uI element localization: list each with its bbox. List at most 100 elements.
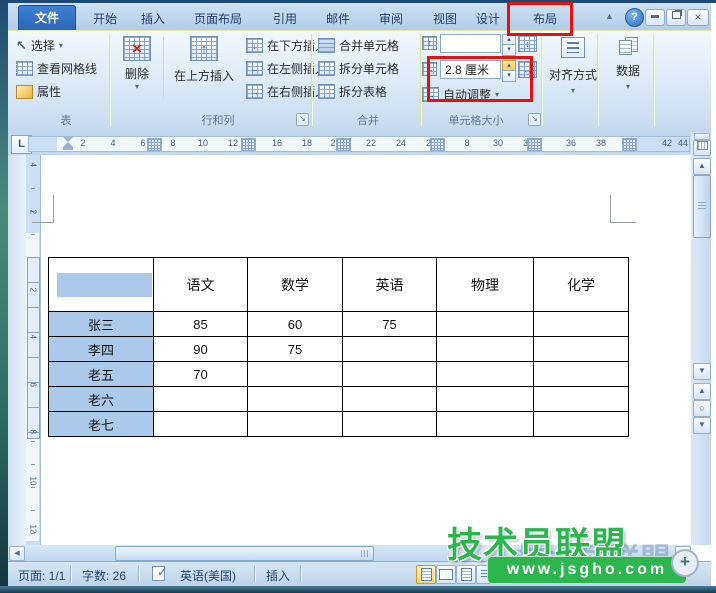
column-width-input[interactable] — [440, 60, 501, 79]
column-width-spin-down[interactable]: ▾ — [502, 70, 516, 82]
rows-cols-dialog-launcher[interactable]: ↘ — [296, 113, 309, 126]
status-page[interactable]: 页面: 1/1 — [18, 567, 65, 584]
table-cell[interactable]: 张三 — [49, 312, 154, 337]
table-cell[interactable]: 老七 — [49, 412, 154, 437]
previous-page-button[interactable]: ▲ — [693, 383, 711, 400]
table-cell[interactable]: 老六 — [49, 387, 154, 412]
table-cell[interactable] — [534, 312, 629, 337]
tab-design[interactable]: 设计 — [466, 8, 510, 30]
table-cell[interactable] — [534, 412, 629, 437]
close-button[interactable]: × — [687, 9, 709, 26]
help-button[interactable]: ? — [625, 8, 644, 27]
table-cell[interactable]: 75 — [343, 312, 437, 337]
restore-button[interactable] — [666, 9, 686, 26]
table-cell[interactable]: 语文 — [154, 258, 248, 312]
table-cell[interactable] — [343, 387, 437, 412]
browse-object-button[interactable]: ○ — [693, 400, 711, 417]
data-button[interactable]: 数据 ▾ — [602, 37, 654, 91]
vertical-scroll-thumb[interactable] — [693, 175, 711, 238]
tab-mailings[interactable]: 邮件 — [316, 8, 360, 30]
table-column-marker[interactable] — [147, 138, 162, 151]
table-cell[interactable]: 70 — [154, 362, 248, 387]
table-column-marker[interactable] — [336, 138, 351, 151]
table-cell[interactable]: 85 — [154, 312, 248, 337]
tab-page-layout[interactable]: 页面布局 — [184, 8, 252, 30]
table-cell[interactable] — [154, 412, 248, 437]
split-handle[interactable] — [694, 133, 710, 140]
table-cell[interactable]: 老五 — [49, 362, 154, 387]
distribute-rows-icon[interactable]: ↕ — [518, 35, 537, 52]
tab-view[interactable]: 视图 — [423, 8, 467, 30]
table-cell[interactable] — [534, 362, 629, 387]
autofit-button[interactable]: ↔ 自动调整 ▾ — [422, 86, 499, 103]
cell-size-dialog-launcher[interactable]: ↘ — [528, 113, 541, 126]
table-column-marker[interactable] — [527, 138, 542, 151]
row-height-input[interactable] — [440, 34, 501, 53]
merge-cells-button[interactable]: 合并单元格 — [318, 37, 399, 54]
table-cell[interactable] — [154, 387, 248, 412]
split-cells-button[interactable]: 拆分单元格 — [318, 60, 399, 77]
table-cell[interactable]: 物理 — [437, 258, 534, 312]
insert-left-button[interactable]: ← 在左侧插入 — [246, 60, 327, 77]
table-cell[interactable] — [343, 337, 437, 362]
view-print-layout-button[interactable] — [416, 565, 436, 584]
table-row-markers[interactable] — [27, 257, 40, 439]
scroll-up-button[interactable]: ▲ — [693, 158, 711, 175]
view-gridlines-button[interactable]: 查看网格线 — [16, 60, 97, 77]
table-column-marker[interactable] — [241, 138, 256, 151]
split-table-button[interactable]: 拆分表格 — [318, 83, 387, 100]
table-row: 老六 — [49, 387, 629, 412]
ruler-toggle-button[interactable] — [693, 140, 711, 156]
table-cell[interactable]: 60 — [248, 312, 343, 337]
table-cell[interactable]: 化学 — [534, 258, 629, 312]
indent-marker[interactable] — [63, 137, 73, 151]
delete-button[interactable]: × 删除 ▾ — [114, 36, 160, 91]
table-cell[interactable] — [343, 362, 437, 387]
next-page-button[interactable]: ▼ — [693, 417, 711, 434]
tab-references[interactable]: 引用 — [263, 8, 307, 30]
table-cell[interactable] — [49, 258, 154, 312]
table-cell[interactable] — [437, 412, 534, 437]
table-column-marker[interactable] — [430, 138, 445, 151]
scroll-down-button[interactable]: ▼ — [693, 363, 711, 380]
scroll-left-button[interactable]: ◀ — [9, 546, 25, 561]
distribute-columns-icon[interactable]: ↔ — [518, 61, 537, 78]
vertical-scrollbar[interactable]: ▲ ▼ ▲ ○ ▼ — [691, 132, 711, 545]
table-cell[interactable]: 90 — [154, 337, 248, 362]
row-height-spin-down[interactable]: ▾ — [502, 44, 516, 56]
select-button[interactable]: ↖ 选择 ▾ — [16, 37, 63, 54]
insert-above-button[interactable]: ↑ 在上方插入 — [167, 36, 241, 84]
alignment-button[interactable]: 对齐方式 ▾ — [545, 37, 601, 95]
status-language[interactable]: 英语(美国) — [180, 567, 236, 584]
ribbon-collapse-icon[interactable]: ▲ — [605, 11, 614, 21]
table-cell[interactable] — [534, 337, 629, 362]
table-cell[interactable] — [248, 362, 343, 387]
insert-right-button[interactable]: → 在右侧插入 — [246, 83, 327, 100]
minimize-button[interactable] — [645, 9, 665, 26]
status-insert-mode[interactable]: 插入 — [266, 567, 290, 584]
table-cell[interactable] — [437, 387, 534, 412]
tab-review[interactable]: 审阅 — [369, 8, 413, 30]
horizontal-scroll-thumb[interactable] — [115, 546, 374, 561]
table-cell[interactable] — [437, 362, 534, 387]
table-cell[interactable] — [248, 387, 343, 412]
spellcheck-status-icon[interactable]: ✓ — [151, 565, 169, 581]
table-cell[interactable]: 英语 — [343, 258, 437, 312]
status-word-count[interactable]: 字数: 26 — [82, 567, 126, 584]
document-table[interactable]: 语文 数学 英语 物理 化学 张三 85 60 75 李四 90 75 老五 7… — [48, 257, 629, 437]
table-cell[interactable] — [437, 337, 534, 362]
properties-button[interactable]: 属性 — [16, 83, 61, 100]
table-cell[interactable] — [248, 412, 343, 437]
table-cell[interactable] — [437, 312, 534, 337]
table-cell[interactable]: 75 — [248, 337, 343, 362]
insert-below-button[interactable]: ↓ 在下方插入 — [246, 37, 327, 54]
table-column-marker[interactable] — [622, 138, 637, 151]
tab-file[interactable]: 文件 — [18, 5, 76, 32]
tab-home[interactable]: 开始 — [83, 8, 127, 30]
table-cell[interactable]: 数学 — [248, 258, 343, 312]
tab-layout[interactable]: 布局 — [519, 8, 571, 30]
table-cell[interactable] — [534, 387, 629, 412]
table-cell[interactable]: 李四 — [49, 337, 154, 362]
table-cell[interactable] — [343, 412, 437, 437]
tab-insert[interactable]: 插入 — [131, 8, 175, 30]
